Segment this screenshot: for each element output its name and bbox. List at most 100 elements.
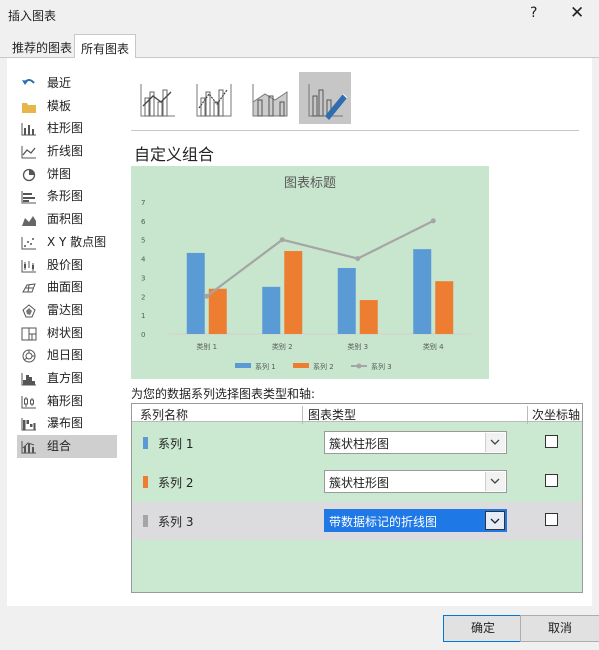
sidebar-item-combo[interactable]: 组合: [17, 435, 117, 458]
subtype-clustered-column-line-secondary[interactable]: [187, 72, 239, 124]
sidebar-item-area[interactable]: 面积图: [17, 208, 117, 231]
secondary-axis-checkbox[interactable]: [545, 474, 558, 487]
series-row-3: 系列 3 带数据标记的折线图: [132, 502, 582, 540]
chart-type-dropdown[interactable]: 簇状柱形图: [324, 470, 507, 493]
sidebar-item-sunburst[interactable]: 旭日图: [17, 344, 117, 367]
tab-all-charts[interactable]: 所有图表: [74, 34, 137, 59]
combo-chart-icon: [21, 441, 36, 454]
bar-系列1-1: [186, 252, 205, 334]
chevron-down-icon: [490, 439, 500, 445]
sidebar-item-label: 股价图: [47, 257, 84, 272]
line-chart-icon: [21, 146, 36, 159]
subtype-stacked-area-column[interactable]: [243, 72, 295, 124]
header-secondary-axis: 次坐标轴: [532, 408, 581, 422]
clustered-column-line-secondary-axis-icon: [196, 84, 232, 117]
sidebar-item-recent[interactable]: 最近: [17, 72, 117, 95]
chevron-down-icon: [490, 478, 500, 484]
stock-chart-icon: [21, 259, 36, 272]
y-tick-label: 2: [141, 293, 145, 301]
x-tick-label: 类别 3: [347, 342, 368, 351]
box-whisker-chart-icon: [21, 395, 36, 409]
dialog-footer: 确定 取消: [0, 606, 599, 650]
chart-preview: 图表标题 0 1 2 3 4 5 6 7 类别 1 类别 2 类别 3 类别 4 系列 1 系列 2 系列 3: [131, 166, 489, 379]
pie-chart-icon: [22, 168, 36, 181]
ok-button[interactable]: 确定: [443, 615, 523, 642]
x-tick-label: 类别 4: [423, 342, 444, 351]
sidebar-item-waterfall[interactable]: 瀑布图: [17, 412, 117, 435]
tab-strip: 推荐的图表 所有图表: [0, 34, 599, 59]
histogram-chart-icon: [21, 372, 36, 386]
dropdown-arrow-button[interactable]: [485, 511, 505, 530]
sunburst-chart-icon: [22, 349, 36, 363]
legend-label: 系列 1: [255, 362, 276, 371]
legend-swatch: [235, 363, 251, 368]
dropdown-arrow-button[interactable]: [485, 433, 505, 452]
series-color-swatch: [143, 437, 148, 449]
line-point-4: [430, 218, 436, 224]
sidebar-item-label: 柱形图: [47, 121, 84, 136]
header-separator: [302, 406, 303, 424]
stacked-area-clustered-column-icon: [252, 84, 288, 117]
chart-type-dropdown[interactable]: 带数据标记的折线图: [324, 509, 507, 532]
y-tick-label: 7: [141, 199, 145, 207]
legend-label: 系列 2: [313, 362, 334, 371]
series-color-swatch: [143, 476, 148, 488]
line-point-2: [279, 237, 285, 243]
combo-section-title: 自定义组合: [134, 145, 215, 164]
sidebar-item-treemap[interactable]: 树状图: [17, 322, 117, 345]
subtype-clustered-column-line[interactable]: [131, 72, 183, 124]
sidebar-item-scatter[interactable]: X Y 散点图: [17, 231, 117, 254]
dropdown-value: 带数据标记的折线图: [329, 515, 438, 529]
bar-系列2-2: [284, 251, 303, 334]
sidebar-item-templates[interactable]: 模板: [17, 95, 117, 118]
sidebar-item-label: 最近: [47, 76, 72, 90]
clustered-column-line-icon: [140, 84, 175, 117]
bar-系列1-4: [413, 249, 432, 334]
legend-swatch: [293, 363, 309, 368]
legend-label: 系列 3: [371, 362, 392, 371]
sidebar-item-label: X Y 散点图: [47, 234, 107, 249]
secondary-axis-checkbox[interactable]: [545, 435, 558, 448]
y-tick-label: 3: [141, 274, 145, 282]
column-chart-icon: [21, 123, 36, 136]
sidebar-item-line[interactable]: 折线图: [17, 140, 117, 163]
series-row-1: 系列 1 簇状柱形图: [132, 424, 582, 462]
y-tick-label: 5: [141, 237, 145, 245]
help-button[interactable]: ?: [530, 5, 537, 21]
subtype-custom-combination[interactable]: [299, 72, 351, 124]
sidebar-item-column[interactable]: 柱形图: [17, 117, 117, 140]
sidebar-item-label: 瀑布图: [47, 416, 84, 431]
close-button[interactable]: ✕: [570, 3, 584, 23]
bar-系列2-4: [435, 281, 454, 334]
chart-type-sidebar: 最近 模板 柱形图 折线图 饼图 条形图 面积图 X Y 散点图 股价图 曲面图…: [17, 72, 117, 458]
treemap-chart-icon: [21, 327, 37, 341]
bar-系列2-3: [359, 300, 378, 334]
sidebar-item-label: 面积图: [47, 212, 84, 227]
dropdown-arrow-button[interactable]: [485, 472, 505, 491]
sidebar-item-label: 直方图: [47, 370, 84, 385]
sidebar-item-surface[interactable]: 曲面图: [17, 276, 117, 299]
sidebar-item-stock[interactable]: 股价图: [17, 254, 117, 277]
sidebar-item-pie[interactable]: 饼图: [17, 163, 117, 186]
tab-recommended-charts[interactable]: 推荐的图表: [6, 34, 78, 58]
y-tick-label: 6: [141, 218, 146, 226]
chart-type-dropdown[interactable]: 簇状柱形图: [324, 431, 507, 454]
chart-title: 图表标题: [284, 176, 336, 191]
dropdown-value: 簇状柱形图: [329, 476, 390, 490]
divider: [131, 130, 579, 131]
y-tick-label: 1: [141, 312, 145, 320]
secondary-axis-checkbox[interactable]: [545, 513, 558, 526]
sidebar-item-label: 曲面图: [47, 280, 84, 295]
sidebar-item-label: 雷达图: [47, 302, 84, 317]
sidebar-item-bar[interactable]: 条形图: [17, 185, 117, 208]
sidebar-item-box-whisker[interactable]: 箱形图: [17, 390, 117, 413]
sidebar-item-histogram[interactable]: 直方图: [17, 367, 117, 390]
title-bar: 插入图表 ? ✕: [0, 0, 599, 30]
sidebar-item-label: 折线图: [47, 144, 84, 159]
cancel-button[interactable]: 取消: [520, 615, 599, 642]
sidebar-item-radar[interactable]: 雷达图: [17, 299, 117, 322]
chart-preview-svg: 图表标题 0 1 2 3 4 5 6 7 类别 1 类别 2 类别 3 类别 4 系列 1 系列 2 系列 3: [141, 176, 471, 371]
bar-chart-icon: [21, 191, 36, 204]
bar-系列1-3: [337, 268, 356, 334]
legend-marker: [356, 363, 362, 369]
